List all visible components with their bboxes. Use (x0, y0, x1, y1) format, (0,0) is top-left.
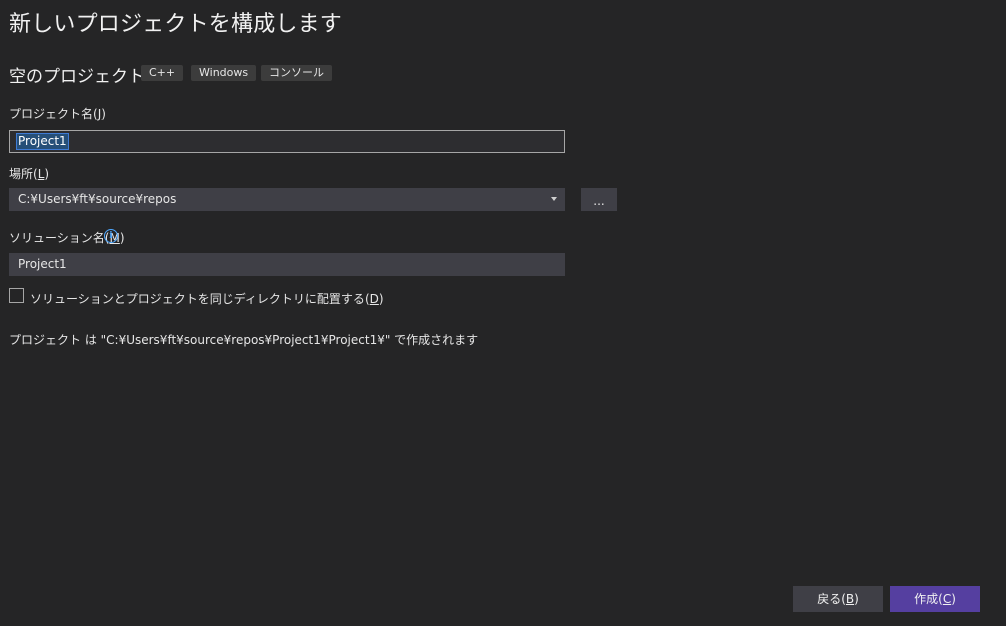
same-directory-checkbox[interactable] (9, 288, 24, 303)
project-name-value: Project1 (16, 133, 69, 150)
back-button[interactable]: 戻る(B) (793, 586, 883, 612)
location-label: 場所(L) (9, 167, 50, 181)
location-value: C:¥Users¥ft¥source¥repos (18, 192, 177, 206)
page-title: 新しいプロジェクトを構成します (9, 12, 343, 37)
tag-cpp: C++ (141, 65, 184, 81)
project-name-input[interactable]: Project1 (9, 130, 565, 153)
tag-windows: Windows (191, 65, 257, 81)
project-name-label: プロジェクト名(J) (9, 107, 106, 121)
project-path-status: プロジェクト は "C:¥Users¥ft¥source¥repos¥Proje… (9, 333, 479, 347)
location-dropdown[interactable]: C:¥Users¥ft¥source¥repos (9, 188, 565, 211)
info-icon[interactable]: i (104, 229, 118, 243)
chevron-down-icon (551, 197, 557, 201)
same-directory-label[interactable]: ソリューションとプロジェクトを同じディレクトリに配置する(D) (30, 290, 384, 307)
create-button[interactable]: 作成(C) (890, 586, 980, 612)
browse-button[interactable]: ... (581, 188, 617, 211)
solution-name-value: Project1 (18, 257, 67, 271)
solution-name-input[interactable]: Project1 (9, 253, 565, 276)
template-name: 空のプロジェクト (9, 67, 145, 87)
tag-console: コンソール (261, 65, 332, 81)
